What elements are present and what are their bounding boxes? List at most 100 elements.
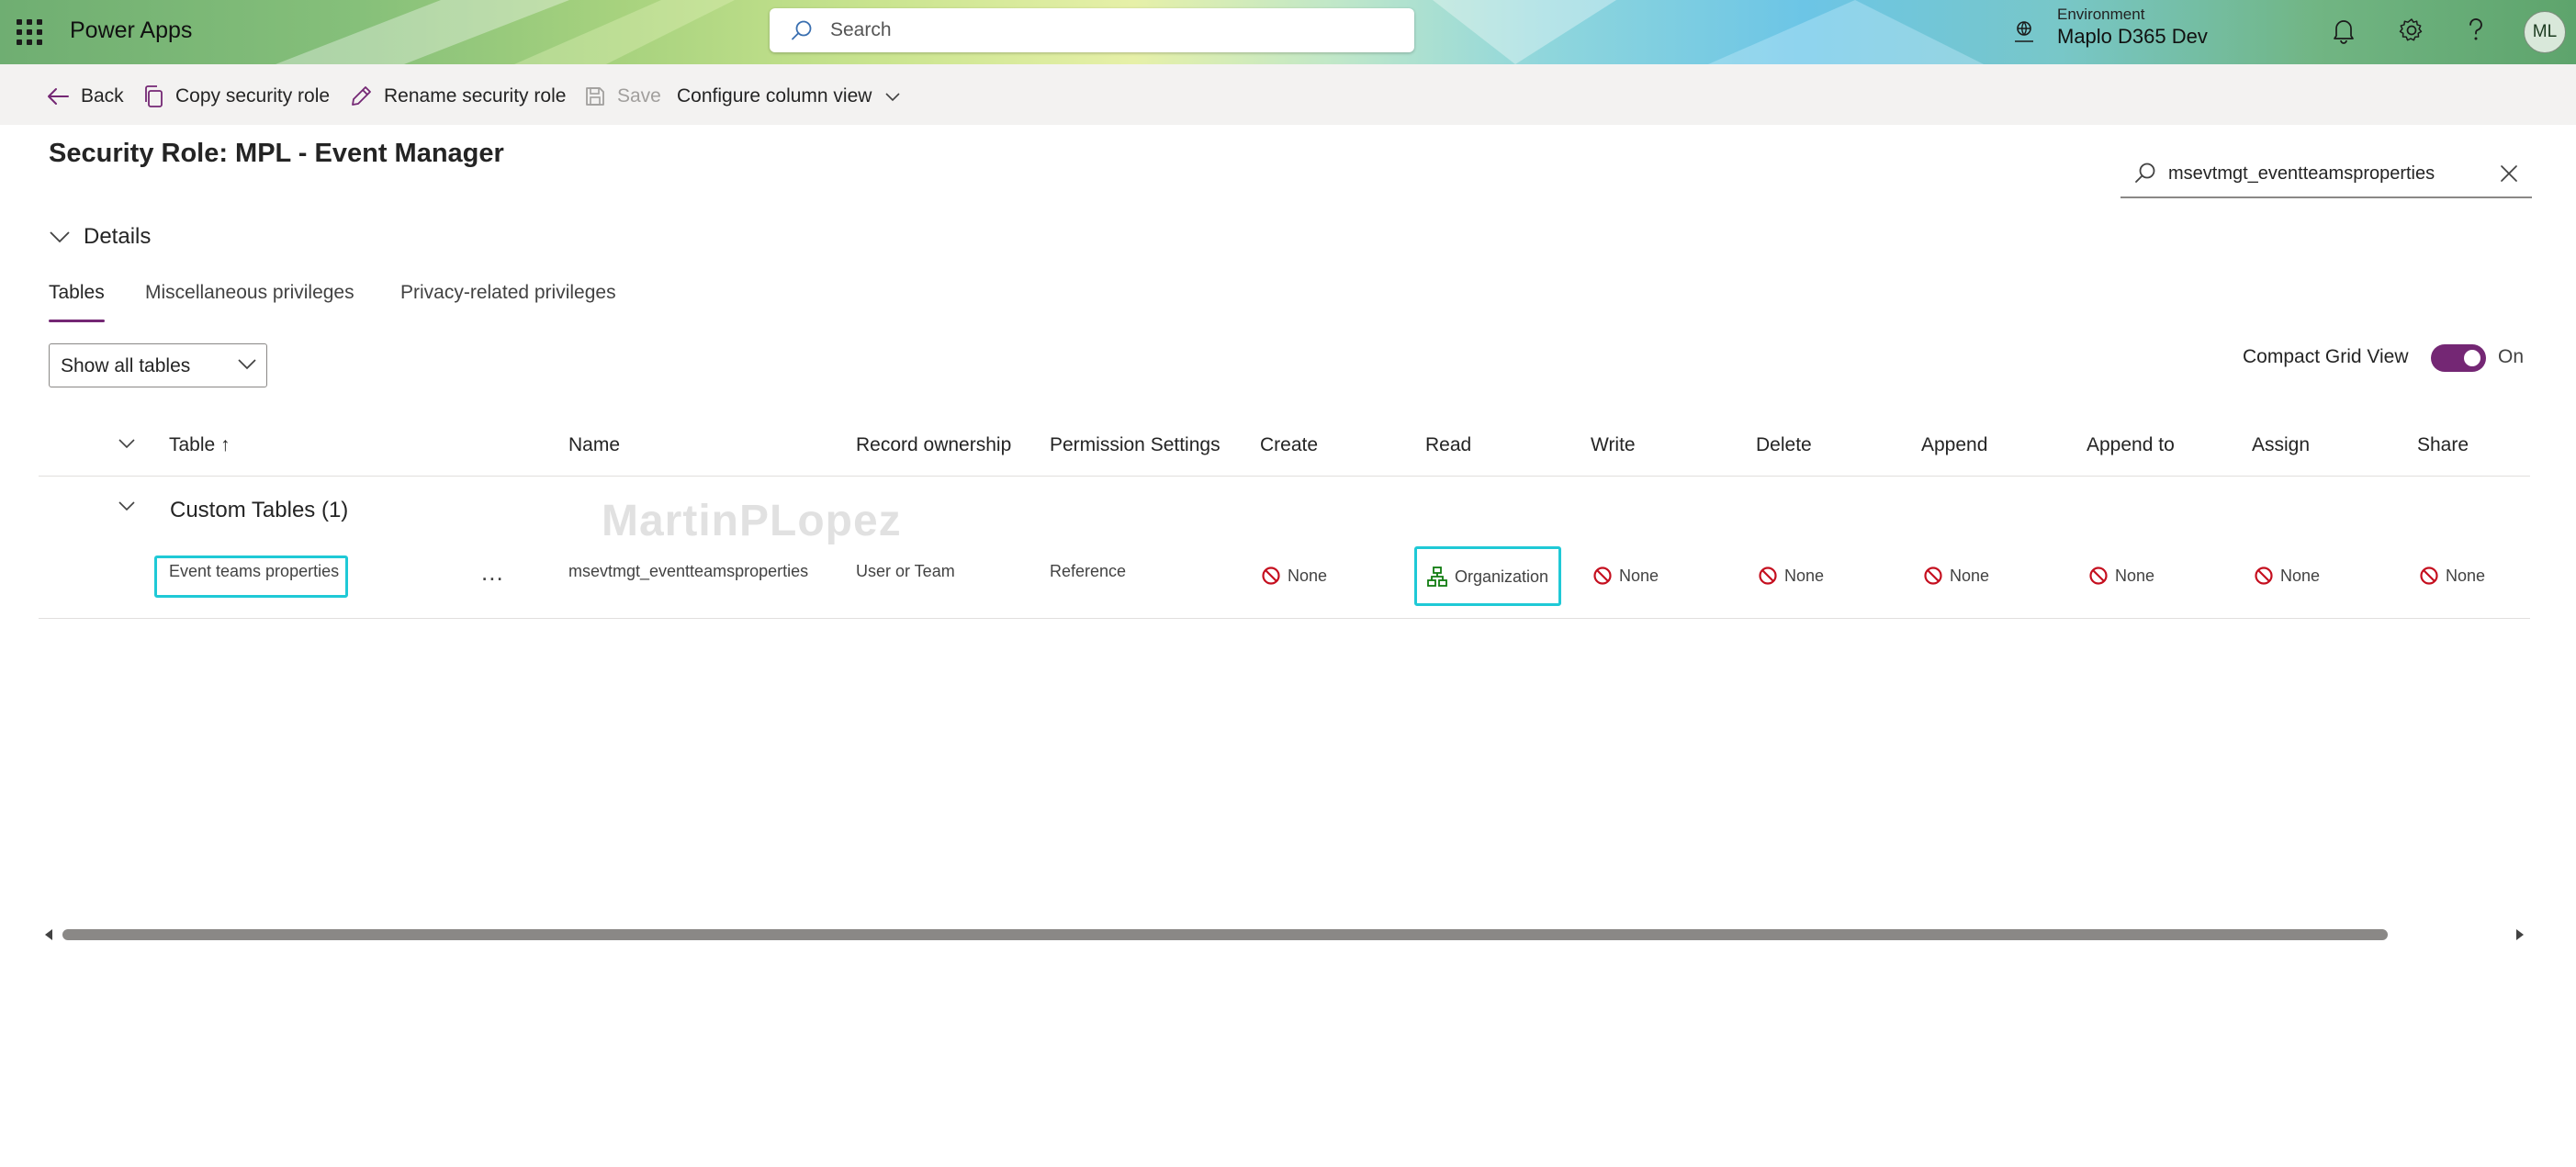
copy-security-role-button[interactable]: Copy security role [142, 83, 330, 110]
chevron-down-icon [238, 359, 256, 370]
table-row-logical-name: msevtmgt_eventteamsproperties [568, 562, 809, 580]
privilege-read-label: Organization [1455, 567, 1549, 586]
environment-icon [2015, 21, 2033, 42]
configure-column-view-label: Configure column view [677, 85, 872, 107]
column-header-read[interactable]: Read [1425, 434, 1471, 456]
column-header-record-ownership[interactable]: Record ownership [856, 434, 1011, 456]
table-search-input[interactable]: msevtmgt_eventteamsproperties [2120, 154, 2532, 198]
details-label: Details [84, 224, 152, 249]
save-button[interactable]: Save [584, 83, 661, 110]
environment-label: Environment [2057, 6, 2145, 23]
tab-privacy-related-privileges[interactable]: Privacy-related privileges [400, 282, 616, 304]
row-more-options-button[interactable]: ... [481, 558, 504, 587]
column-header-delete[interactable]: Delete [1756, 434, 1812, 456]
column-header-assign[interactable]: Assign [2252, 434, 2310, 456]
column-header-append[interactable]: Append [1921, 434, 1987, 456]
privilege-append[interactable]: None [1923, 566, 1989, 586]
none-block-icon [1924, 567, 1942, 585]
collapse-all-chevron-icon[interactable] [118, 437, 136, 450]
none-block-icon [2420, 567, 2438, 585]
privilege-delete[interactable]: None [1758, 566, 1824, 586]
group-title-custom-tables: Custom Tables (1) [170, 498, 349, 522]
tab-tables[interactable]: Tables [49, 282, 105, 304]
copy-security-role-label: Copy security role [175, 85, 331, 107]
configure-column-view-button[interactable]: Configure column view [677, 83, 901, 110]
app-name[interactable]: Power Apps [70, 17, 192, 44]
clear-search-close-icon[interactable] [2499, 163, 2519, 184]
settings-gear-icon[interactable] [2398, 17, 2425, 44]
scroll-left-arrow-icon[interactable] [43, 927, 54, 942]
rename-security-role-label: Rename security role [384, 85, 567, 107]
none-block-icon [1262, 567, 1280, 585]
pencil-icon [352, 86, 371, 106]
chevron-down-icon [50, 231, 70, 243]
table-row-permission-settings[interactable]: Reference [1050, 562, 1126, 581]
rename-security-role-button[interactable]: Rename security role [349, 83, 566, 110]
none-block-icon [1759, 567, 1777, 585]
privilege-write[interactable]: None [1592, 566, 1659, 586]
copy-icon [145, 85, 163, 107]
privilege-append-to[interactable]: None [2088, 566, 2154, 586]
header-divider [39, 476, 2530, 477]
arrow-left-icon [48, 88, 69, 105]
top-header: Power Apps Search Environment Maplo D365… [0, 0, 2576, 64]
column-header-create[interactable]: Create [1260, 434, 1318, 456]
back-button-label: Back [81, 85, 124, 107]
environment-name[interactable]: Maplo D365 Dev [2057, 25, 2208, 49]
user-avatar[interactable]: ML [2524, 11, 2566, 53]
chevron-down-icon [885, 93, 901, 102]
header-background-shape [276, 0, 735, 64]
column-header-append-to[interactable]: Append to [2087, 434, 2175, 456]
privilege-append-to-label: None [2115, 566, 2155, 585]
privilege-create[interactable]: None [1261, 566, 1327, 586]
save-button-label: Save [617, 85, 661, 107]
column-header-write[interactable]: Write [1591, 434, 1636, 456]
active-tab-indicator [49, 320, 105, 322]
back-button[interactable]: Back [46, 83, 124, 110]
none-block-icon [2255, 567, 2273, 585]
compact-grid-view-state: On [2498, 346, 2525, 367]
row-divider [39, 618, 2530, 619]
column-header-name[interactable]: Name [568, 434, 620, 456]
privilege-read[interactable]: Organization [1426, 566, 1548, 588]
privilege-share-label: None [2446, 566, 2486, 585]
command-bar: Back Copy security role Rename security … [0, 64, 2576, 125]
table-row-table-name[interactable]: Event teams properties [169, 562, 339, 581]
organization-hierarchy-icon [1427, 567, 1447, 587]
table-filter-value: Show all tables [61, 355, 191, 376]
table-row-record-ownership: User or Team [856, 562, 955, 580]
column-header-share[interactable]: Share [2417, 434, 2469, 456]
column-header-permission-settings[interactable]: Permission Settings [1050, 434, 1221, 456]
notifications-bell-icon[interactable] [2331, 17, 2357, 44]
column-header-table[interactable]: Table ↑ [169, 434, 231, 456]
none-block-icon [1593, 567, 1612, 585]
table-search-value: msevtmgt_eventteamsproperties [2168, 163, 2435, 184]
scroll-right-arrow-icon[interactable] [2514, 927, 2525, 942]
privilege-assign[interactable]: None [2254, 566, 2320, 586]
app-launcher-icon[interactable] [17, 19, 42, 45]
search-icon [792, 20, 812, 40]
privilege-append-label: None [1950, 566, 1990, 585]
author-watermark: MartinPLopez [602, 497, 902, 545]
none-block-icon [2089, 567, 2108, 585]
details-section-toggle[interactable]: Details [49, 224, 151, 250]
toggle-knob [2464, 350, 2480, 366]
compact-grid-view-toggle[interactable] [2431, 344, 2486, 372]
horizontal-scrollbar[interactable] [39, 924, 2530, 946]
table-filter-dropdown[interactable]: Show all tables [49, 343, 267, 387]
group-collapse-chevron-icon[interactable] [118, 499, 136, 512]
privilege-create-label: None [1288, 566, 1328, 585]
help-question-icon[interactable] [2466, 17, 2486, 44]
global-search-box[interactable]: Search [770, 8, 1414, 52]
header-background-shape [1433, 0, 1984, 64]
scrollbar-thumb[interactable] [62, 929, 2388, 940]
privilege-assign-label: None [2280, 566, 2321, 585]
tab-miscellaneous-privileges[interactable]: Miscellaneous privileges [145, 282, 354, 304]
privilege-delete-label: None [1784, 566, 1825, 585]
compact-grid-view-label: Compact Grid View [2243, 346, 2409, 367]
privilege-share[interactable]: None [2419, 566, 2485, 586]
search-icon [2135, 163, 2155, 183]
privilege-write-label: None [1619, 566, 1659, 585]
page-title: Security Role: MPL - Event Manager [49, 139, 504, 168]
search-placeholder: Search [830, 19, 892, 40]
